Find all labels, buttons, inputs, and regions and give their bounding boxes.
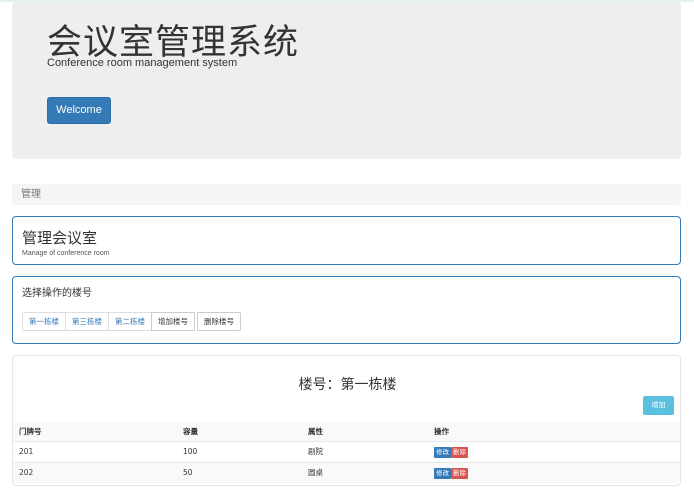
- room-table-panel: 楼号：第一栋楼 增加 门牌号 容量 属性 操作 201 100 剧院 修改 删除 …: [12, 355, 681, 486]
- column-header-capacity: 容量: [183, 427, 198, 436]
- manage-panel-title: 管理会议室: [22, 229, 98, 247]
- table-header-row: 门牌号 容量 属性 操作: [13, 422, 680, 441]
- column-header-type: 属性: [308, 427, 323, 436]
- welcome-button[interactable]: Welcome: [47, 97, 111, 124]
- table-row: 202 50 圆桌 修改 删除: [13, 462, 680, 483]
- delete-room-button[interactable]: 删除: [451, 446, 468, 458]
- column-header-actions: 操作: [434, 427, 449, 436]
- room-number-cell: 201: [19, 447, 34, 456]
- manage-panel-subtitle: Manage of conference room: [22, 250, 110, 257]
- room-capacity-cell: 50: [183, 468, 193, 477]
- building-button-3[interactable]: 第三栋楼: [65, 312, 109, 331]
- building-button-group: 第一栋楼 第三栋楼 第二栋楼 增加楼号 删除楼号: [22, 312, 241, 331]
- building-button-2[interactable]: 第二栋楼: [108, 312, 152, 331]
- room-actions-cell: 修改 删除: [434, 463, 468, 483]
- building-select-panel: 选择操作的楼号 第一栋楼 第三栋楼 第二栋楼 增加楼号 删除楼号: [12, 276, 681, 344]
- room-type-cell: 剧院: [308, 447, 323, 456]
- breadcrumb: 管理: [12, 184, 681, 205]
- room-table: 门牌号 容量 属性 操作 201 100 剧院 修改 删除 202 50 圆桌 修…: [13, 422, 680, 483]
- column-header-number: 门牌号: [19, 427, 42, 436]
- room-actions-cell: 修改 删除: [434, 442, 468, 462]
- delete-room-button[interactable]: 删除: [451, 467, 468, 479]
- delete-building-button[interactable]: 删除楼号: [197, 312, 241, 331]
- edit-room-button[interactable]: 修改: [434, 446, 451, 458]
- building-button-1[interactable]: 第一栋楼: [22, 312, 66, 331]
- header-jumbotron: 会议室管理系统 Conference room management syste…: [12, 2, 681, 159]
- building-select-title: 选择操作的楼号: [22, 288, 92, 299]
- add-room-button[interactable]: 增加: [643, 396, 674, 415]
- add-building-button[interactable]: 增加楼号: [151, 312, 195, 331]
- room-type-cell: 圆桌: [308, 468, 323, 477]
- table-row: 201 100 剧院 修改 删除: [13, 441, 680, 462]
- room-capacity-cell: 100: [183, 447, 198, 456]
- page-subtitle: Conference room management system: [47, 57, 238, 69]
- room-table-title: 楼号：第一栋楼: [298, 377, 397, 393]
- edit-room-button[interactable]: 修改: [434, 467, 451, 479]
- room-number-cell: 202: [19, 468, 34, 477]
- manage-panel: 管理会议室 Manage of conference room: [12, 216, 681, 265]
